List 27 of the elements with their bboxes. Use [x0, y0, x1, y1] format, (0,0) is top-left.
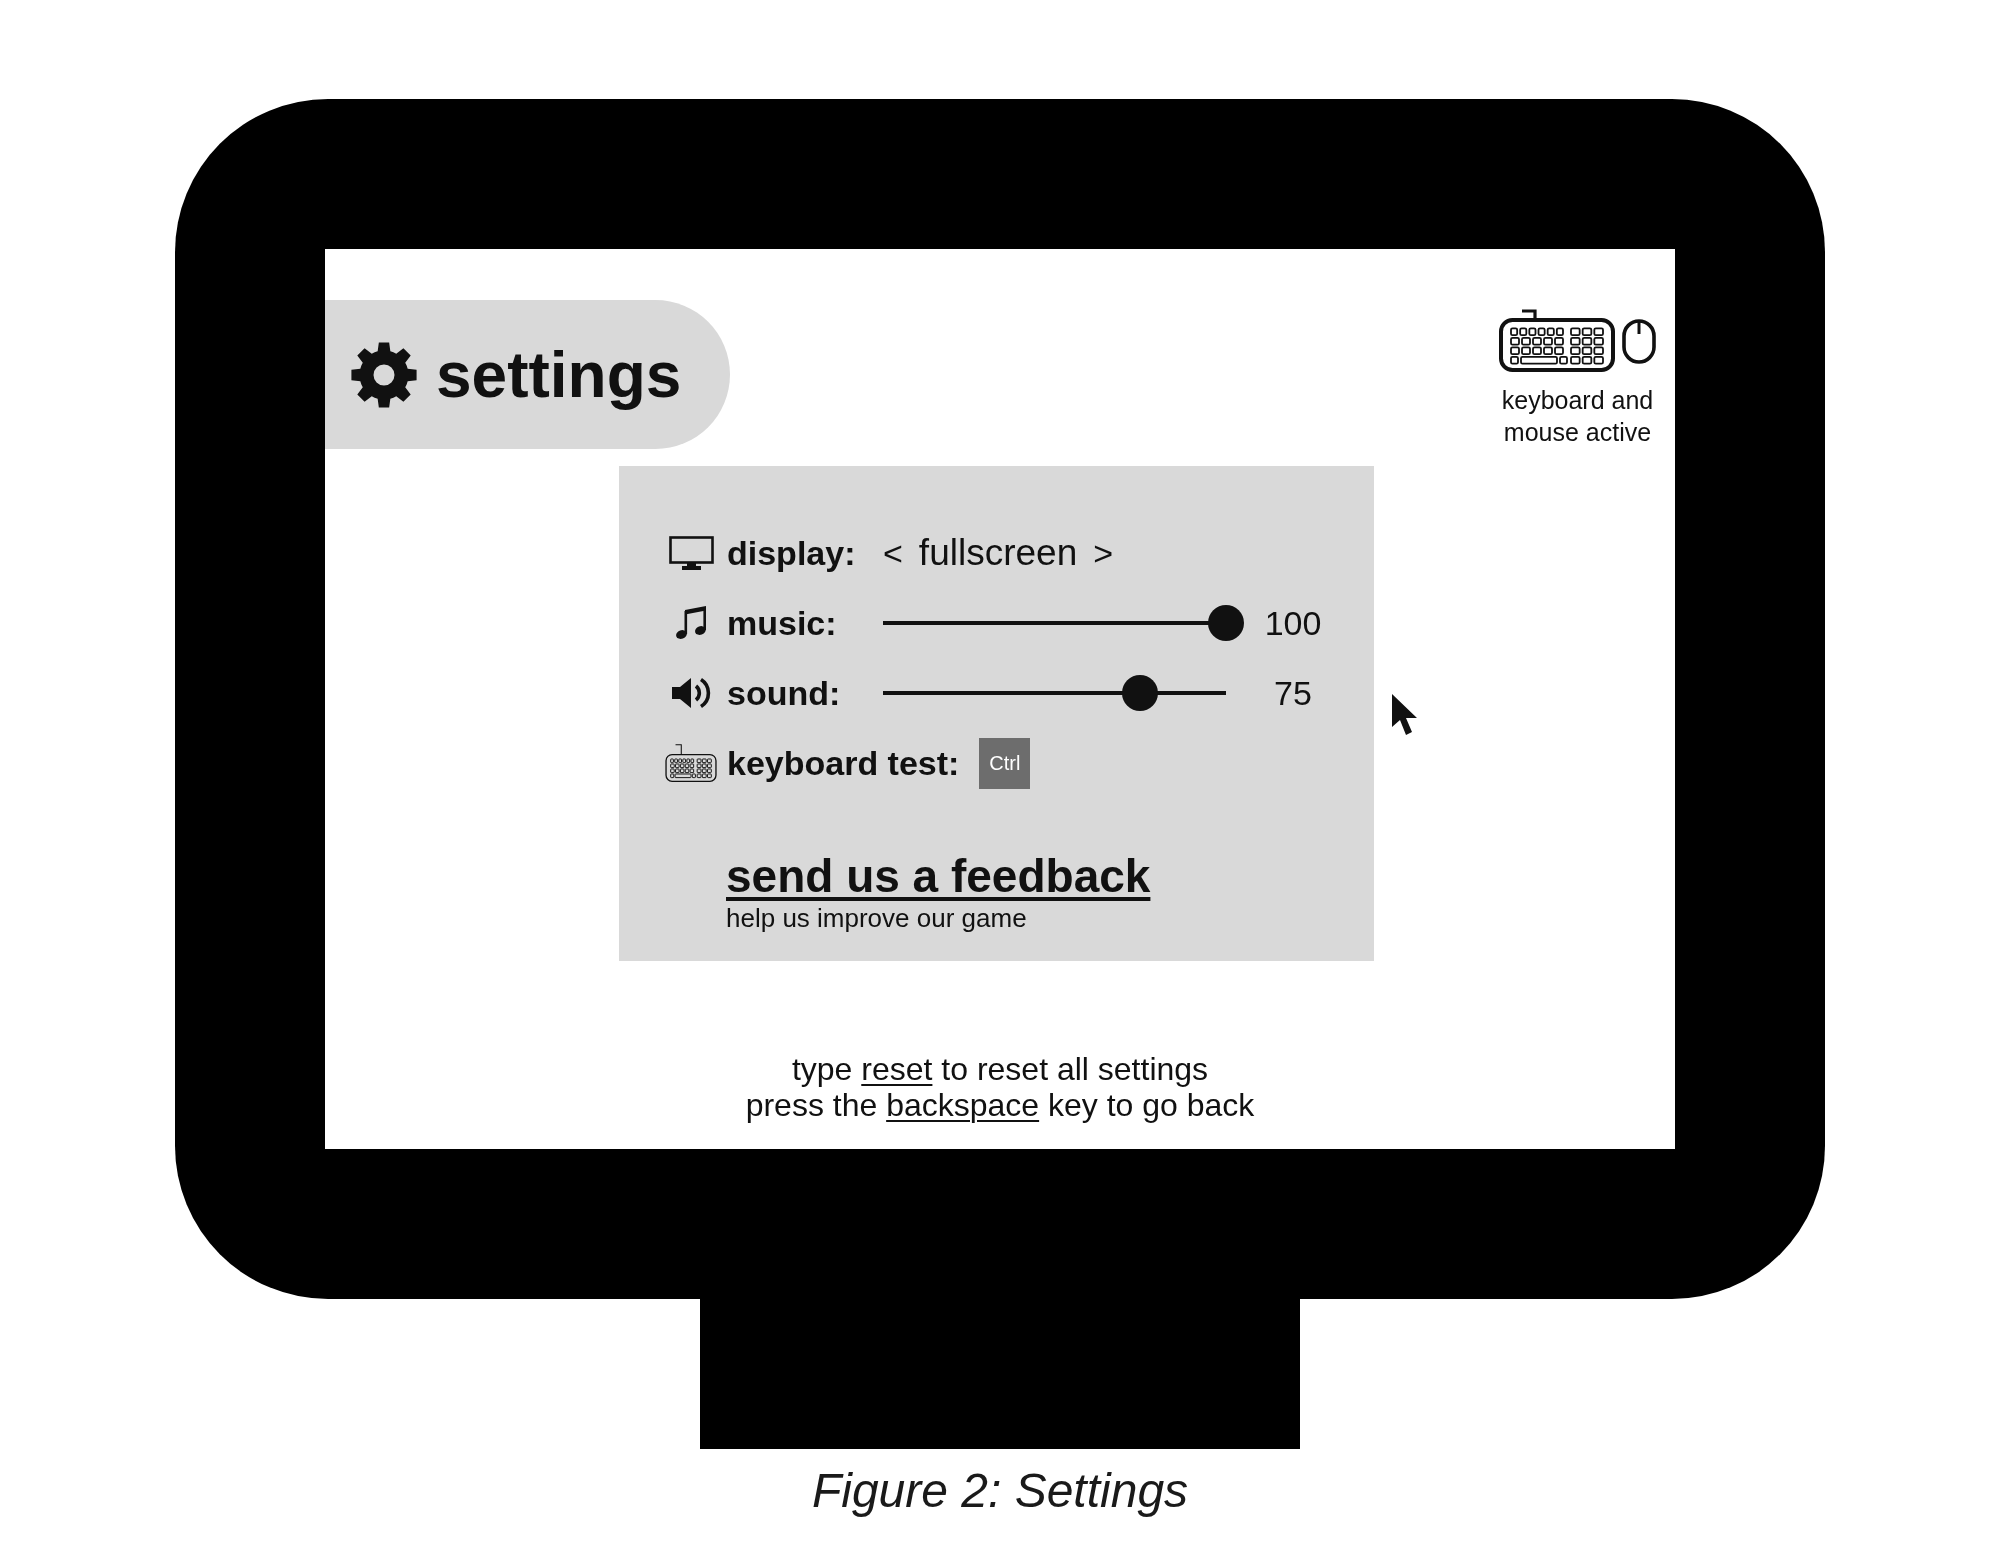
- setting-label: keyboard test:: [727, 742, 960, 784]
- instruction-text: press the backspace key to go back: [745, 1087, 1255, 1123]
- setting-label: sound:: [727, 672, 842, 714]
- settings-icon: [351, 341, 417, 408]
- input-status-text: keyboard and mouse active: [1501, 385, 1654, 448]
- setting-label: music:: [727, 602, 838, 644]
- slider-thumb[interactable]: [1122, 675, 1159, 711]
- next-option-button[interactable]: >: [1093, 532, 1114, 574]
- instruction-text: type reset to reset all settings: [791, 1051, 1209, 1087]
- key-indicator: Ctrl: [979, 737, 1031, 789]
- figure-caption: Figure 2: Settings: [811, 1463, 1189, 1519]
- feedback-link[interactable]: send us a feedback: [726, 849, 1151, 903]
- keyboard-icon: [1499, 309, 1615, 374]
- setting-label: display:: [727, 532, 857, 574]
- slider-value: 100: [1263, 602, 1323, 644]
- mouse-icon: [1622, 319, 1656, 364]
- music-note-icon: [674, 606, 708, 640]
- monitor-icon: [668, 535, 714, 571]
- feedback-subtitle: help us improve our game: [726, 903, 1027, 933]
- slider-value: 75: [1273, 672, 1313, 714]
- keyword-text: reset: [861, 1051, 933, 1087]
- keyboard-icon: [665, 744, 717, 782]
- speaker-icon: [670, 675, 712, 711]
- slider-thumb[interactable]: [1208, 605, 1244, 641]
- keyword-text: backspace: [886, 1087, 1040, 1123]
- previous-option-button[interactable]: <: [883, 532, 903, 574]
- option-value: fullscreen: [918, 530, 1078, 575]
